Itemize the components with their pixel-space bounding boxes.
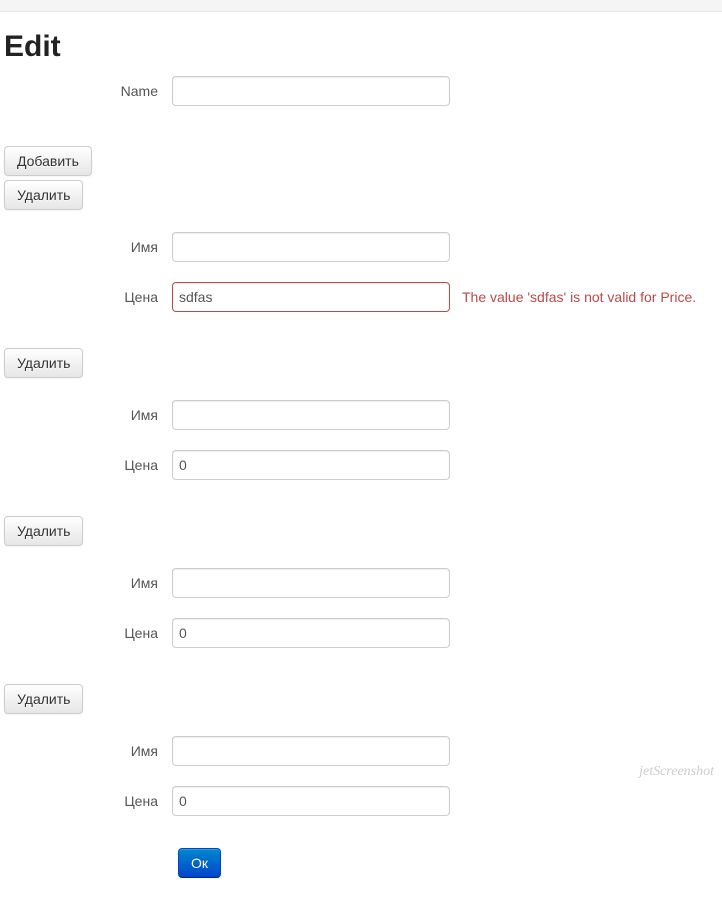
submit-button[interactable]: Ок: [178, 848, 221, 878]
delete-button-0[interactable]: Удалить: [4, 180, 83, 210]
delete-button-2[interactable]: Удалить: [4, 516, 83, 546]
item-row: Цена: [0, 618, 722, 648]
item-name-input-3[interactable]: [172, 736, 450, 766]
item-name-label: Имя: [0, 743, 172, 759]
item-price-input-1[interactable]: [172, 450, 450, 480]
item-name-label: Имя: [0, 239, 172, 255]
item-row: Имя: [0, 736, 722, 766]
item-name-label: Имя: [0, 575, 172, 591]
item-price-input-3[interactable]: [172, 786, 450, 816]
name-input[interactable]: [172, 76, 450, 106]
item-price-label: Цена: [0, 625, 172, 641]
add-button[interactable]: Добавить: [4, 146, 92, 176]
item-price-label: Цена: [0, 457, 172, 473]
item-name-label: Имя: [0, 407, 172, 423]
item-row: Имя: [0, 568, 722, 598]
item-name-input-0[interactable]: [172, 232, 450, 262]
watermark: jetScreenshot: [639, 764, 714, 780]
page-title: Edit: [4, 30, 722, 64]
top-bar: [0, 0, 722, 12]
delete-button-1[interactable]: Удалить: [4, 348, 83, 378]
item-row: Цена: [0, 450, 722, 480]
item-price-label: Цена: [0, 289, 172, 305]
item-row: Имя: [0, 232, 722, 262]
item-row: Цена: [0, 786, 722, 816]
validation-error: The value 'sdfas' is not valid for Price…: [462, 289, 696, 305]
name-label: Name: [0, 83, 172, 99]
item-price-input-2[interactable]: [172, 618, 450, 648]
item-row: Имя: [0, 400, 722, 430]
item-price-input-0[interactable]: [172, 282, 450, 312]
item-row: Цена The value 'sdfas' is not valid for …: [0, 282, 722, 312]
name-field-row: Name: [0, 76, 722, 106]
item-name-input-1[interactable]: [172, 400, 450, 430]
delete-button-3[interactable]: Удалить: [4, 684, 83, 714]
item-name-input-2[interactable]: [172, 568, 450, 598]
item-price-label: Цена: [0, 793, 172, 809]
